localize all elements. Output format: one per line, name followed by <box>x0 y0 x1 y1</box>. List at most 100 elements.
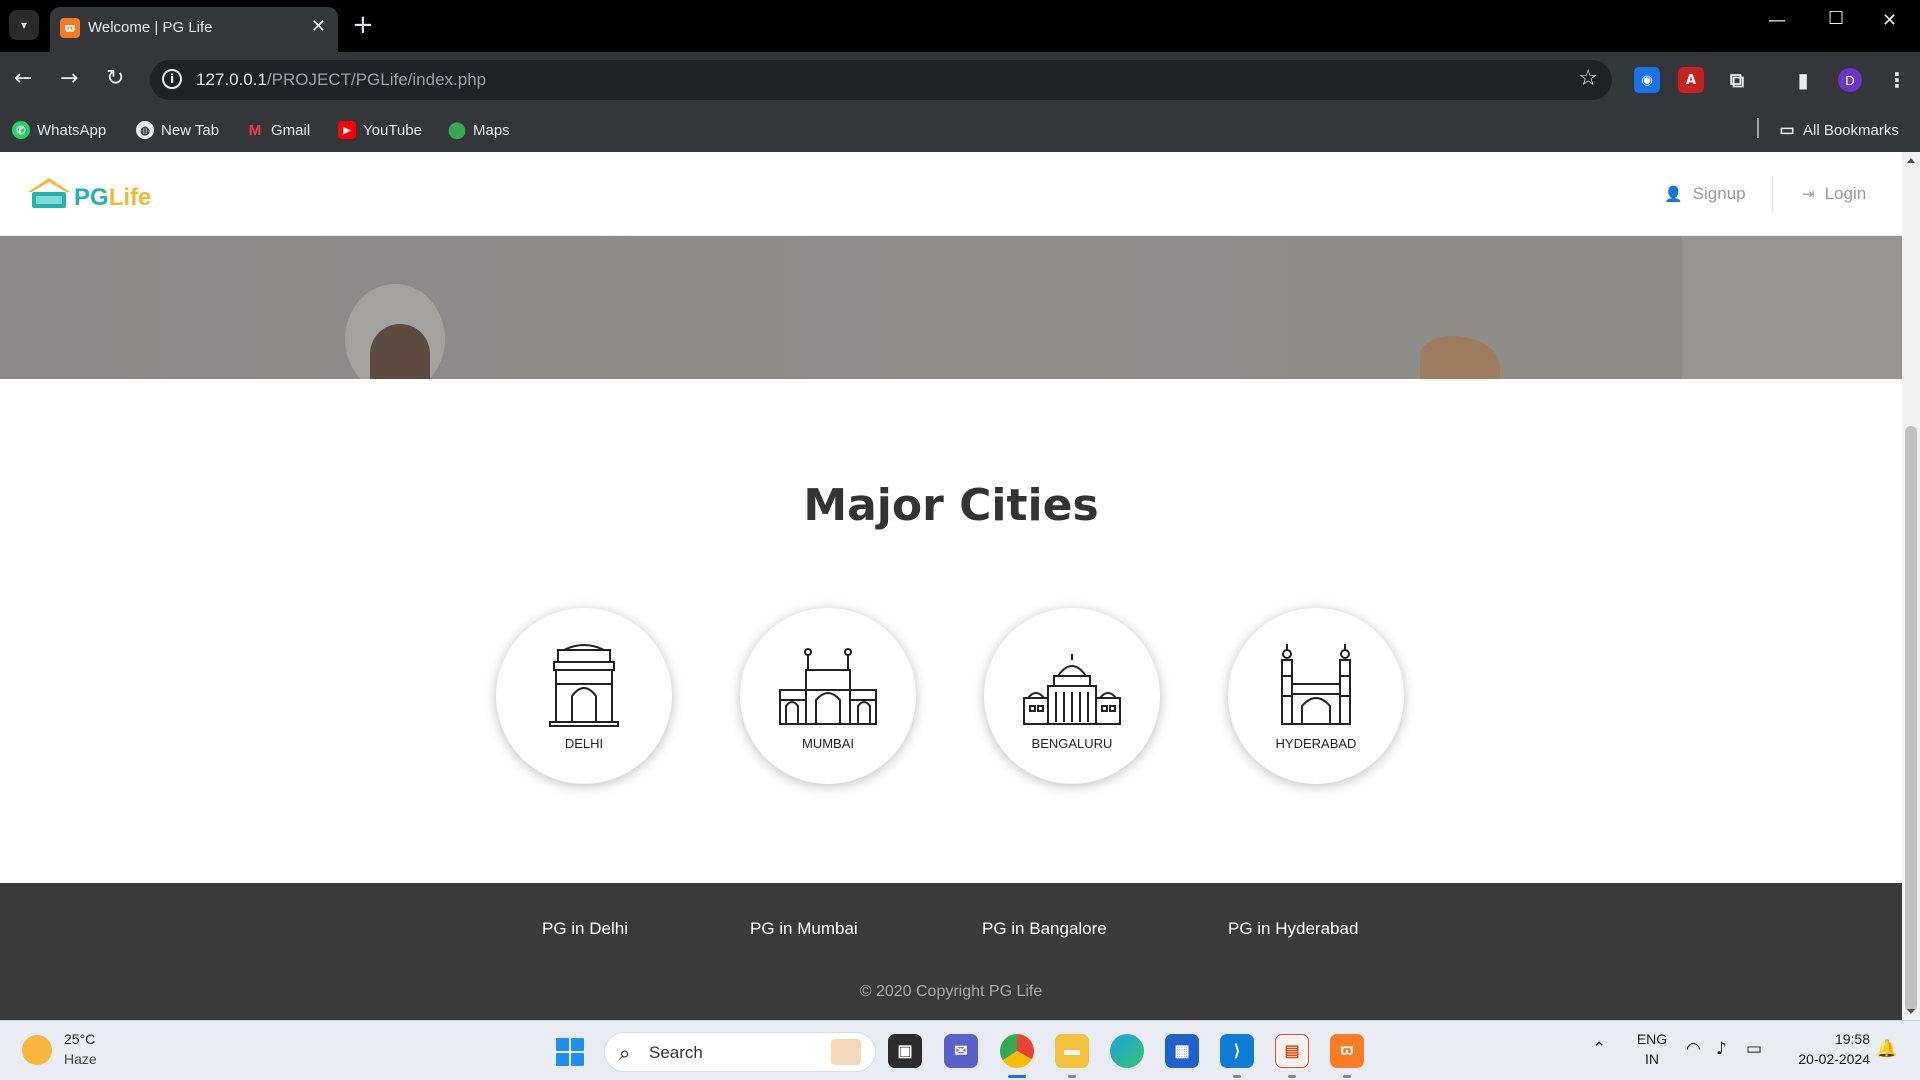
footer-link-mumbai[interactable]: PG in Mumbai <box>750 919 858 939</box>
city-card-bengaluru[interactable]: BENGALURU <box>984 608 1160 784</box>
vidhana-soudha-icon <box>1023 654 1121 725</box>
windows-start-icon[interactable] <box>556 1038 584 1066</box>
new-tab-plus-icon[interactable]: + <box>352 10 374 40</box>
clock-time[interactable]: 19:58 <box>1780 1031 1870 1047</box>
bookmark-label: New Tab <box>161 121 220 139</box>
charminar-icon <box>1281 644 1351 725</box>
task-view-icon[interactable]: ▣ <box>888 1034 922 1068</box>
whatsapp-icon: ✆ <box>12 121 30 139</box>
bookmark-new-tab[interactable]: ◍ New Tab <box>136 119 219 141</box>
notification-bell-icon[interactable]: 🔔 <box>1876 1039 1897 1059</box>
site-info-icon[interactable]: i <box>162 69 182 89</box>
folder-icon: ▭ <box>1779 122 1795 139</box>
all-bookmarks-label: All Bookmarks <box>1803 121 1899 139</box>
teams-chat-icon[interactable]: ✉ <box>944 1034 978 1068</box>
weather-haze-icon[interactable] <box>22 1035 52 1065</box>
footer-link-hyderabad[interactable]: PG in Hyderabad <box>1228 919 1358 939</box>
browser-menu-icon[interactable]: ⋮ <box>1884 67 1910 93</box>
clock-date[interactable]: 20-02-2024 <box>1780 1051 1870 1067</box>
bookmarks-separator <box>1757 118 1759 138</box>
extension-read-aloud-icon[interactable]: ◉ <box>1634 67 1660 93</box>
tab-search-dropdown-icon[interactable]: ▾ <box>9 10 39 40</box>
extension-pdf-icon[interactable]: A <box>1678 67 1704 93</box>
minimize-icon[interactable]: — <box>1768 10 1786 31</box>
url-path: /PROJECT/PGLife/index.php <box>266 70 487 89</box>
language-line1[interactable]: ENG <box>1634 1031 1670 1047</box>
bookmark-label: YouTube <box>363 121 422 139</box>
presentation-app-icon[interactable]: ▤ <box>1275 1034 1309 1068</box>
weather-condition[interactable]: Haze <box>64 1051 97 1067</box>
bookmark-youtube[interactable]: ▶ YouTube <box>338 119 422 141</box>
house-logo-icon <box>28 178 70 208</box>
scroll-up-arrow-icon[interactable] <box>1907 158 1915 163</box>
bookmarks-bar: ✆ WhatsApp ◍ New Tab M Gmail ▶ YouTube ⬤… <box>0 108 1920 152</box>
browser-title-bar: ▾ ϖ Welcome | PG Life ✕ + — ☐ ✕ <box>0 0 1920 52</box>
city-card-hyderabad[interactable]: HYDERABAD <box>1228 608 1404 784</box>
pg-life-logo[interactable]: PGLife <box>26 176 151 210</box>
gmail-icon: M <box>248 121 262 139</box>
weather-temperature[interactable]: 25°C <box>64 1031 95 1047</box>
tab-close-icon[interactable]: ✕ <box>311 16 326 37</box>
bookmark-label: WhatsApp <box>37 121 107 139</box>
reload-icon[interactable]: ↻ <box>106 64 124 94</box>
xampp-icon[interactable]: ϖ <box>1330 1034 1364 1068</box>
bookmark-whatsapp[interactable]: ✆ WhatsApp <box>12 119 106 141</box>
search-placeholder: Search <box>649 1043 703 1062</box>
show-hidden-icons-chevron-icon[interactable]: ⌃ <box>1592 1039 1606 1059</box>
bookmark-label: Gmail <box>271 121 311 139</box>
login-link[interactable]: ⇥ Login <box>1802 184 1866 204</box>
footer-link-bangalore[interactable]: PG in Bangalore <box>982 919 1107 939</box>
address-bar[interactable]: i 127.0.0.1/PROJECT/PGLife/index.php ☆ <box>150 60 1612 100</box>
wifi-icon[interactable]: ◠ <box>1686 1039 1701 1059</box>
back-arrow-icon[interactable]: ← <box>14 64 32 94</box>
page-viewport: PGLife 👤 Signup ⇥ Login Major Cities DEL… <box>0 152 1920 1020</box>
maximize-icon[interactable]: ☐ <box>1828 8 1844 29</box>
profile-avatar[interactable]: D <box>1838 68 1862 92</box>
chrome-active-indicator <box>1008 1075 1026 1078</box>
logo-pg: PG <box>74 184 109 211</box>
all-bookmarks-button[interactable]: ▭ All Bookmarks <box>1778 119 1899 141</box>
xampp-indicator <box>1343 1075 1351 1078</box>
signup-link[interactable]: 👤 Signup <box>1664 184 1746 204</box>
explorer-indicator <box>1068 1075 1076 1078</box>
scroll-down-arrow-icon[interactable] <box>1907 1009 1915 1014</box>
city-label: BENGALURU <box>1031 736 1113 751</box>
city-card-delhi[interactable]: DELHI <box>496 608 672 784</box>
search-highlight-icon <box>831 1039 861 1065</box>
windows-taskbar: 25°C Haze ⌕ Search ▣ ✉ ▬ ▦ ⟩ ▤ ϖ ⌃ ENG I… <box>0 1020 1920 1080</box>
volume-icon[interactable]: ♪ <box>1716 1039 1727 1059</box>
maps-icon: ⬤ <box>448 122 466 139</box>
language-line2[interactable]: IN <box>1634 1051 1670 1067</box>
search-icon: ⌕ <box>619 1041 631 1065</box>
microsoft-store-icon[interactable]: ▦ <box>1165 1034 1199 1068</box>
extensions-puzzle-icon[interactable]: ⧉ <box>1724 67 1750 93</box>
city-label: DELHI <box>564 736 604 751</box>
nav-divider <box>1772 176 1773 212</box>
bookmark-star-icon[interactable]: ☆ <box>1578 66 1598 91</box>
edge-icon[interactable] <box>1110 1034 1144 1068</box>
user-icon: 👤 <box>1664 186 1683 203</box>
footer-link-delhi[interactable]: PG in Delhi <box>542 919 628 939</box>
taskbar-search[interactable]: ⌕ Search <box>604 1032 876 1072</box>
city-card-mumbai[interactable]: MUMBAI <box>740 608 916 784</box>
side-panel-icon[interactable]: ▮ <box>1790 67 1816 93</box>
vscode-icon[interactable]: ⟩ <box>1220 1034 1254 1068</box>
forward-arrow-icon[interactable]: → <box>60 64 78 94</box>
battery-icon[interactable]: ▭ <box>1746 1039 1762 1059</box>
file-explorer-icon[interactable]: ▬ <box>1055 1034 1089 1068</box>
bookmark-gmail[interactable]: M Gmail <box>246 119 310 141</box>
signup-label: Signup <box>1692 184 1746 203</box>
page-scrollbar[interactable] <box>1902 152 1920 1020</box>
banner-shade <box>1682 236 1902 379</box>
banner-hair-shape <box>370 324 430 379</box>
presentation-indicator <box>1288 1075 1296 1078</box>
browser-tab[interactable]: ϖ Welcome | PG Life ✕ <box>50 7 338 52</box>
bookmark-maps[interactable]: ⬤ Maps <box>448 119 510 141</box>
vscode-indicator <box>1233 1075 1241 1078</box>
window-close-icon[interactable]: ✕ <box>1882 10 1897 31</box>
chrome-icon[interactable] <box>1000 1034 1034 1068</box>
scroll-thumb[interactable] <box>1905 426 1917 1012</box>
youtube-icon: ▶ <box>338 121 356 139</box>
url-text[interactable]: 127.0.0.1/PROJECT/PGLife/index.php <box>196 70 486 90</box>
hero-banner-image <box>0 236 1902 379</box>
